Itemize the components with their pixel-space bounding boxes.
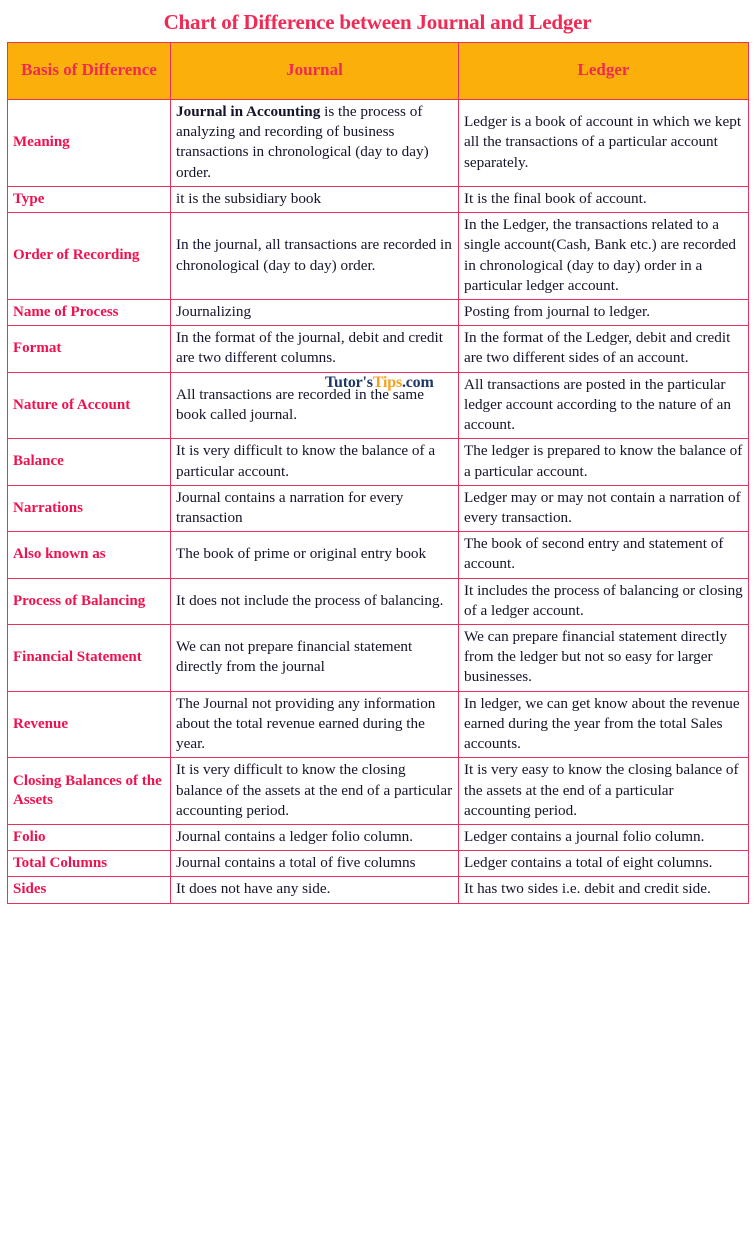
table-row: Type it is the subsidiary book It is the… — [7, 185, 749, 214]
row-basis-label: Balance — [7, 438, 171, 486]
row-basis-label: Closing Balances of the Assets — [7, 757, 171, 825]
row-basis-label: Process of Balancing — [7, 577, 171, 626]
row-journal-cell: It is very difficult to know the balance… — [170, 438, 459, 486]
table-body: Meaning Journal in Accounting is the pro… — [7, 99, 749, 904]
table-row: Order of Recording In the journal, all t… — [7, 212, 749, 300]
column-header-ledger: Ledger — [458, 42, 749, 100]
journal-meaning-emphasis: Journal in Accounting — [176, 103, 321, 120]
row-ledger-cell: The book of second entry and statement o… — [458, 531, 749, 579]
row-ledger-cell: It has two sides i.e. debit and credit s… — [458, 876, 749, 904]
row-journal-cell: Journal contains a narration for every t… — [170, 484, 459, 533]
column-header-basis: Basis of Difference — [7, 42, 171, 100]
table-row: Sides It does not have any side. It has … — [7, 876, 749, 904]
row-journal-cell: All transactions are recorded in the sam… — [170, 371, 459, 440]
row-basis-label: Nature of Account — [7, 371, 171, 440]
row-basis-label: Total Columns — [7, 850, 171, 878]
row-ledger-cell: In ledger, we can get know about the rev… — [458, 690, 749, 759]
table-row: Also known as The book of prime or origi… — [7, 531, 749, 579]
row-basis-label: Type — [7, 185, 171, 214]
table-row: Format In the format of the journal, deb… — [7, 325, 749, 373]
row-ledger-cell: Ledger is a book of account in which we … — [458, 99, 749, 187]
table-header: Basis of Difference Journal Ledger — [7, 42, 749, 100]
row-ledger-cell: All transactions are posted in the parti… — [458, 371, 749, 440]
row-ledger-cell: We can prepare financial statement direc… — [458, 624, 749, 692]
table-row: Process of Balancing It does not include… — [7, 577, 749, 626]
row-journal-cell: In the format of the journal, debit and … — [170, 325, 459, 373]
row-ledger-cell: It is very easy to know the closing bala… — [458, 757, 749, 825]
row-ledger-cell: Posting from journal to ledger. — [458, 298, 749, 327]
row-journal-cell: Journal contains a total of five columns — [170, 850, 459, 878]
row-basis-label: Format — [7, 325, 171, 373]
table-row: Narrations Journal contains a narration … — [7, 484, 749, 533]
row-ledger-cell: Ledger contains a journal folio column. — [458, 823, 749, 852]
column-header-journal: Journal — [170, 42, 459, 100]
row-basis-label: Order of Recording — [7, 212, 171, 300]
row-ledger-cell: Ledger may or may not contain a narratio… — [458, 484, 749, 533]
row-journal-cell: Journalizing — [170, 298, 459, 327]
row-basis-label: Financial Statement — [7, 624, 171, 692]
row-basis-label: Narrations — [7, 484, 171, 533]
row-ledger-cell: The ledger is prepared to know the balan… — [458, 438, 749, 486]
row-basis-label: Also known as — [7, 531, 171, 579]
header-row: Basis of Difference Journal Ledger — [7, 42, 749, 100]
journal-ledger-comparison-table: Basis of Difference Journal Ledger Meani… — [7, 42, 749, 904]
table-container: Basis of Difference Journal Ledger Meani… — [7, 42, 749, 904]
table-row: Closing Balances of the Assets It is ver… — [7, 757, 749, 825]
table-row: Folio Journal contains a ledger folio co… — [7, 823, 749, 852]
row-journal-cell: It does not include the process of balan… — [170, 577, 459, 626]
row-basis-label: Sides — [7, 876, 171, 904]
row-basis-label: Name of Process — [7, 298, 171, 327]
row-journal-cell: It does not have any side. — [170, 876, 459, 904]
row-basis-label: Meaning — [7, 99, 171, 187]
table-row: Balance It is very difficult to know the… — [7, 438, 749, 486]
row-basis-label: Folio — [7, 823, 171, 852]
row-ledger-cell: In the format of the Ledger, debit and c… — [458, 325, 749, 373]
row-journal-cell: In the journal, all transactions are rec… — [170, 212, 459, 300]
row-journal-cell: We can not prepare financial statement d… — [170, 624, 459, 692]
table-row: Meaning Journal in Accounting is the pro… — [7, 99, 749, 187]
row-basis-label: Revenue — [7, 690, 171, 759]
row-ledger-cell: It is the final book of account. — [458, 185, 749, 214]
row-ledger-cell: It includes the process of balancing or … — [458, 577, 749, 626]
row-ledger-cell: Ledger contains a total of eight columns… — [458, 850, 749, 878]
table-row: Total Columns Journal contains a total o… — [7, 850, 749, 878]
table-row: Financial Statement We can not prepare f… — [7, 624, 749, 692]
table-row: Name of Process Journalizing Posting fro… — [7, 298, 749, 327]
row-journal-cell: It is very difficult to know the closing… — [170, 757, 459, 825]
comparison-chart-page: Chart of Difference between Journal and … — [0, 0, 755, 1247]
row-journal-cell: Journal in Accounting is the process of … — [170, 99, 459, 187]
row-journal-cell: The Journal not providing any informatio… — [170, 690, 459, 759]
table-row: Revenue The Journal not providing any in… — [7, 690, 749, 759]
row-journal-cell: The book of prime or original entry book — [170, 531, 459, 579]
row-ledger-cell: In the Ledger, the transactions related … — [458, 212, 749, 300]
page-title: Chart of Difference between Journal and … — [163, 10, 592, 34]
row-journal-cell: it is the subsidiary book — [170, 185, 459, 214]
row-journal-cell: Journal contains a ledger folio column. — [170, 823, 459, 852]
table-row: Nature of Account All transactions are r… — [7, 371, 749, 440]
